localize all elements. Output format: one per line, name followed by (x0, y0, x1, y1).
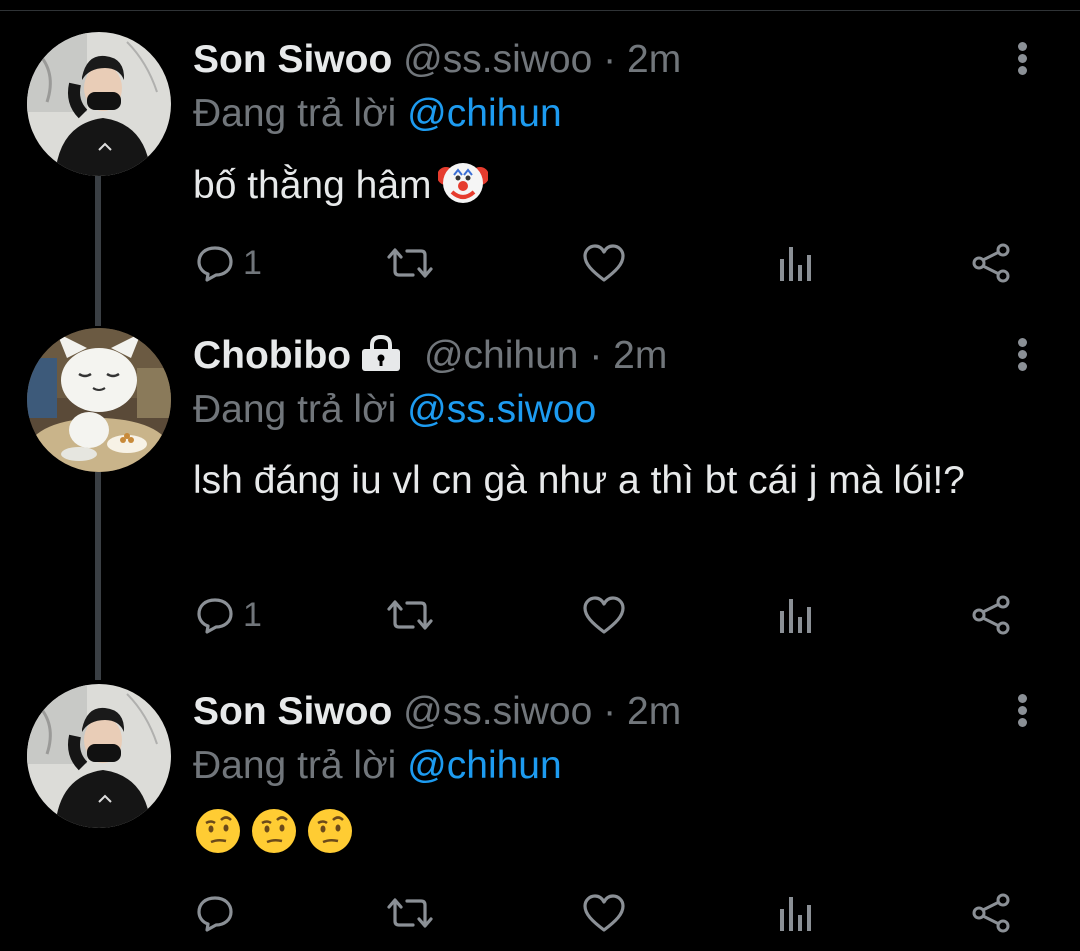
tweet-header: Son Siwoo @ss.siwoo · 2m (193, 688, 681, 736)
analytics-button[interactable] (777, 888, 817, 938)
share-icon (972, 595, 1010, 635)
retweet-icon (387, 248, 433, 278)
mention-link[interactable]: @chihun (407, 744, 562, 787)
face-with-raised-eyebrow-icon (305, 806, 355, 873)
tweet[interactable]: Chobibo @chihun · 2m Đang trả lời @ss.si… (0, 328, 1080, 658)
like-button[interactable] (582, 888, 626, 938)
tweet-text-body: bố thằng hâm (193, 164, 432, 207)
display-name[interactable]: Chobibo (193, 334, 351, 377)
reply-icon (197, 246, 233, 282)
user-handle[interactable]: @ss.siwoo (403, 690, 592, 733)
separator: · (603, 690, 617, 733)
tweet-text: lsh đáng iu vl cn gà như a thì bt cái j … (193, 452, 993, 510)
avatar[interactable] (27, 32, 171, 176)
analytics-icon (780, 897, 811, 931)
analytics-icon (780, 247, 811, 281)
separator: · (603, 38, 617, 81)
more-icon[interactable] (1012, 692, 1032, 732)
replying-to-label: Đang trả lời (193, 92, 397, 135)
replying-to-label: Đang trả lời (193, 744, 397, 787)
timestamp[interactable]: 2m (627, 38, 681, 81)
tweet-text (193, 806, 1013, 873)
replying-to-label: Đang trả lời (193, 388, 397, 431)
analytics-button[interactable] (777, 238, 817, 288)
share-button[interactable] (970, 590, 1012, 640)
display-name[interactable]: Son Siwoo (193, 690, 392, 733)
more-icon[interactable] (1012, 40, 1032, 80)
retweet-icon (387, 600, 433, 630)
user-handle[interactable]: @ss.siwoo (403, 38, 592, 81)
share-icon (972, 893, 1010, 933)
timestamp[interactable]: 2m (613, 334, 667, 377)
share-button[interactable] (970, 238, 1012, 288)
like-button[interactable] (582, 590, 626, 640)
lock-icon (359, 334, 403, 384)
replying-to: Đang trả lời @ss.siwoo (193, 386, 596, 434)
reply-icon (197, 598, 233, 634)
like-icon (583, 894, 625, 932)
tweet[interactable]: Son Siwoo @ss.siwoo · 2m Đang trả lời @c… (0, 32, 1080, 302)
tweet-actions (0, 888, 1080, 944)
analytics-icon (780, 599, 811, 633)
mention-link[interactable]: @chihun (407, 92, 562, 135)
reply-button[interactable]: 1 (195, 238, 262, 288)
like-button[interactable] (582, 238, 626, 288)
tweet[interactable]: Son Siwoo @ss.siwoo · 2m Đang trả lời @c… (0, 684, 1080, 951)
reply-button[interactable]: 1 (195, 590, 262, 640)
share-icon (972, 243, 1010, 283)
mention-link[interactable]: @ss.siwoo (407, 388, 596, 431)
top-divider (0, 0, 1080, 11)
tweet-text: bố thằng hâm (193, 156, 1013, 223)
like-icon (583, 244, 625, 282)
face-with-raised-eyebrow-icon (193, 806, 243, 873)
retweet-button[interactable] (386, 888, 434, 938)
clown-face-icon (436, 156, 489, 223)
retweet-button[interactable] (386, 590, 434, 640)
replying-to: Đang trả lời @chihun (193, 90, 562, 138)
avatar[interactable] (27, 684, 171, 828)
tweet-actions: 1 (0, 238, 1080, 294)
timestamp[interactable]: 2m (627, 690, 681, 733)
retweet-button[interactable] (386, 238, 434, 288)
tweet-header: Son Siwoo @ss.siwoo · 2m (193, 36, 681, 84)
separator: · (589, 334, 603, 377)
replying-to: Đang trả lời @chihun (193, 742, 562, 790)
reply-count: 1 (243, 243, 262, 282)
tweet-text-body: lsh đáng iu vl cn gà như a thì bt cái j … (193, 459, 965, 502)
user-handle[interactable]: @chihun (424, 334, 579, 377)
analytics-button[interactable] (777, 590, 817, 640)
reply-icon (197, 896, 233, 932)
more-icon[interactable] (1012, 336, 1032, 376)
retweet-icon (387, 898, 433, 928)
avatar[interactable] (27, 328, 171, 472)
tweet-actions: 1 (0, 590, 1080, 646)
face-with-raised-eyebrow-icon (249, 806, 299, 873)
share-button[interactable] (970, 888, 1012, 938)
like-icon (583, 596, 625, 634)
reply-button[interactable] (195, 888, 243, 938)
reply-count: 1 (243, 595, 262, 634)
tweet-header: Chobibo @chihun · 2m (193, 332, 667, 384)
display-name[interactable]: Son Siwoo (193, 38, 392, 81)
